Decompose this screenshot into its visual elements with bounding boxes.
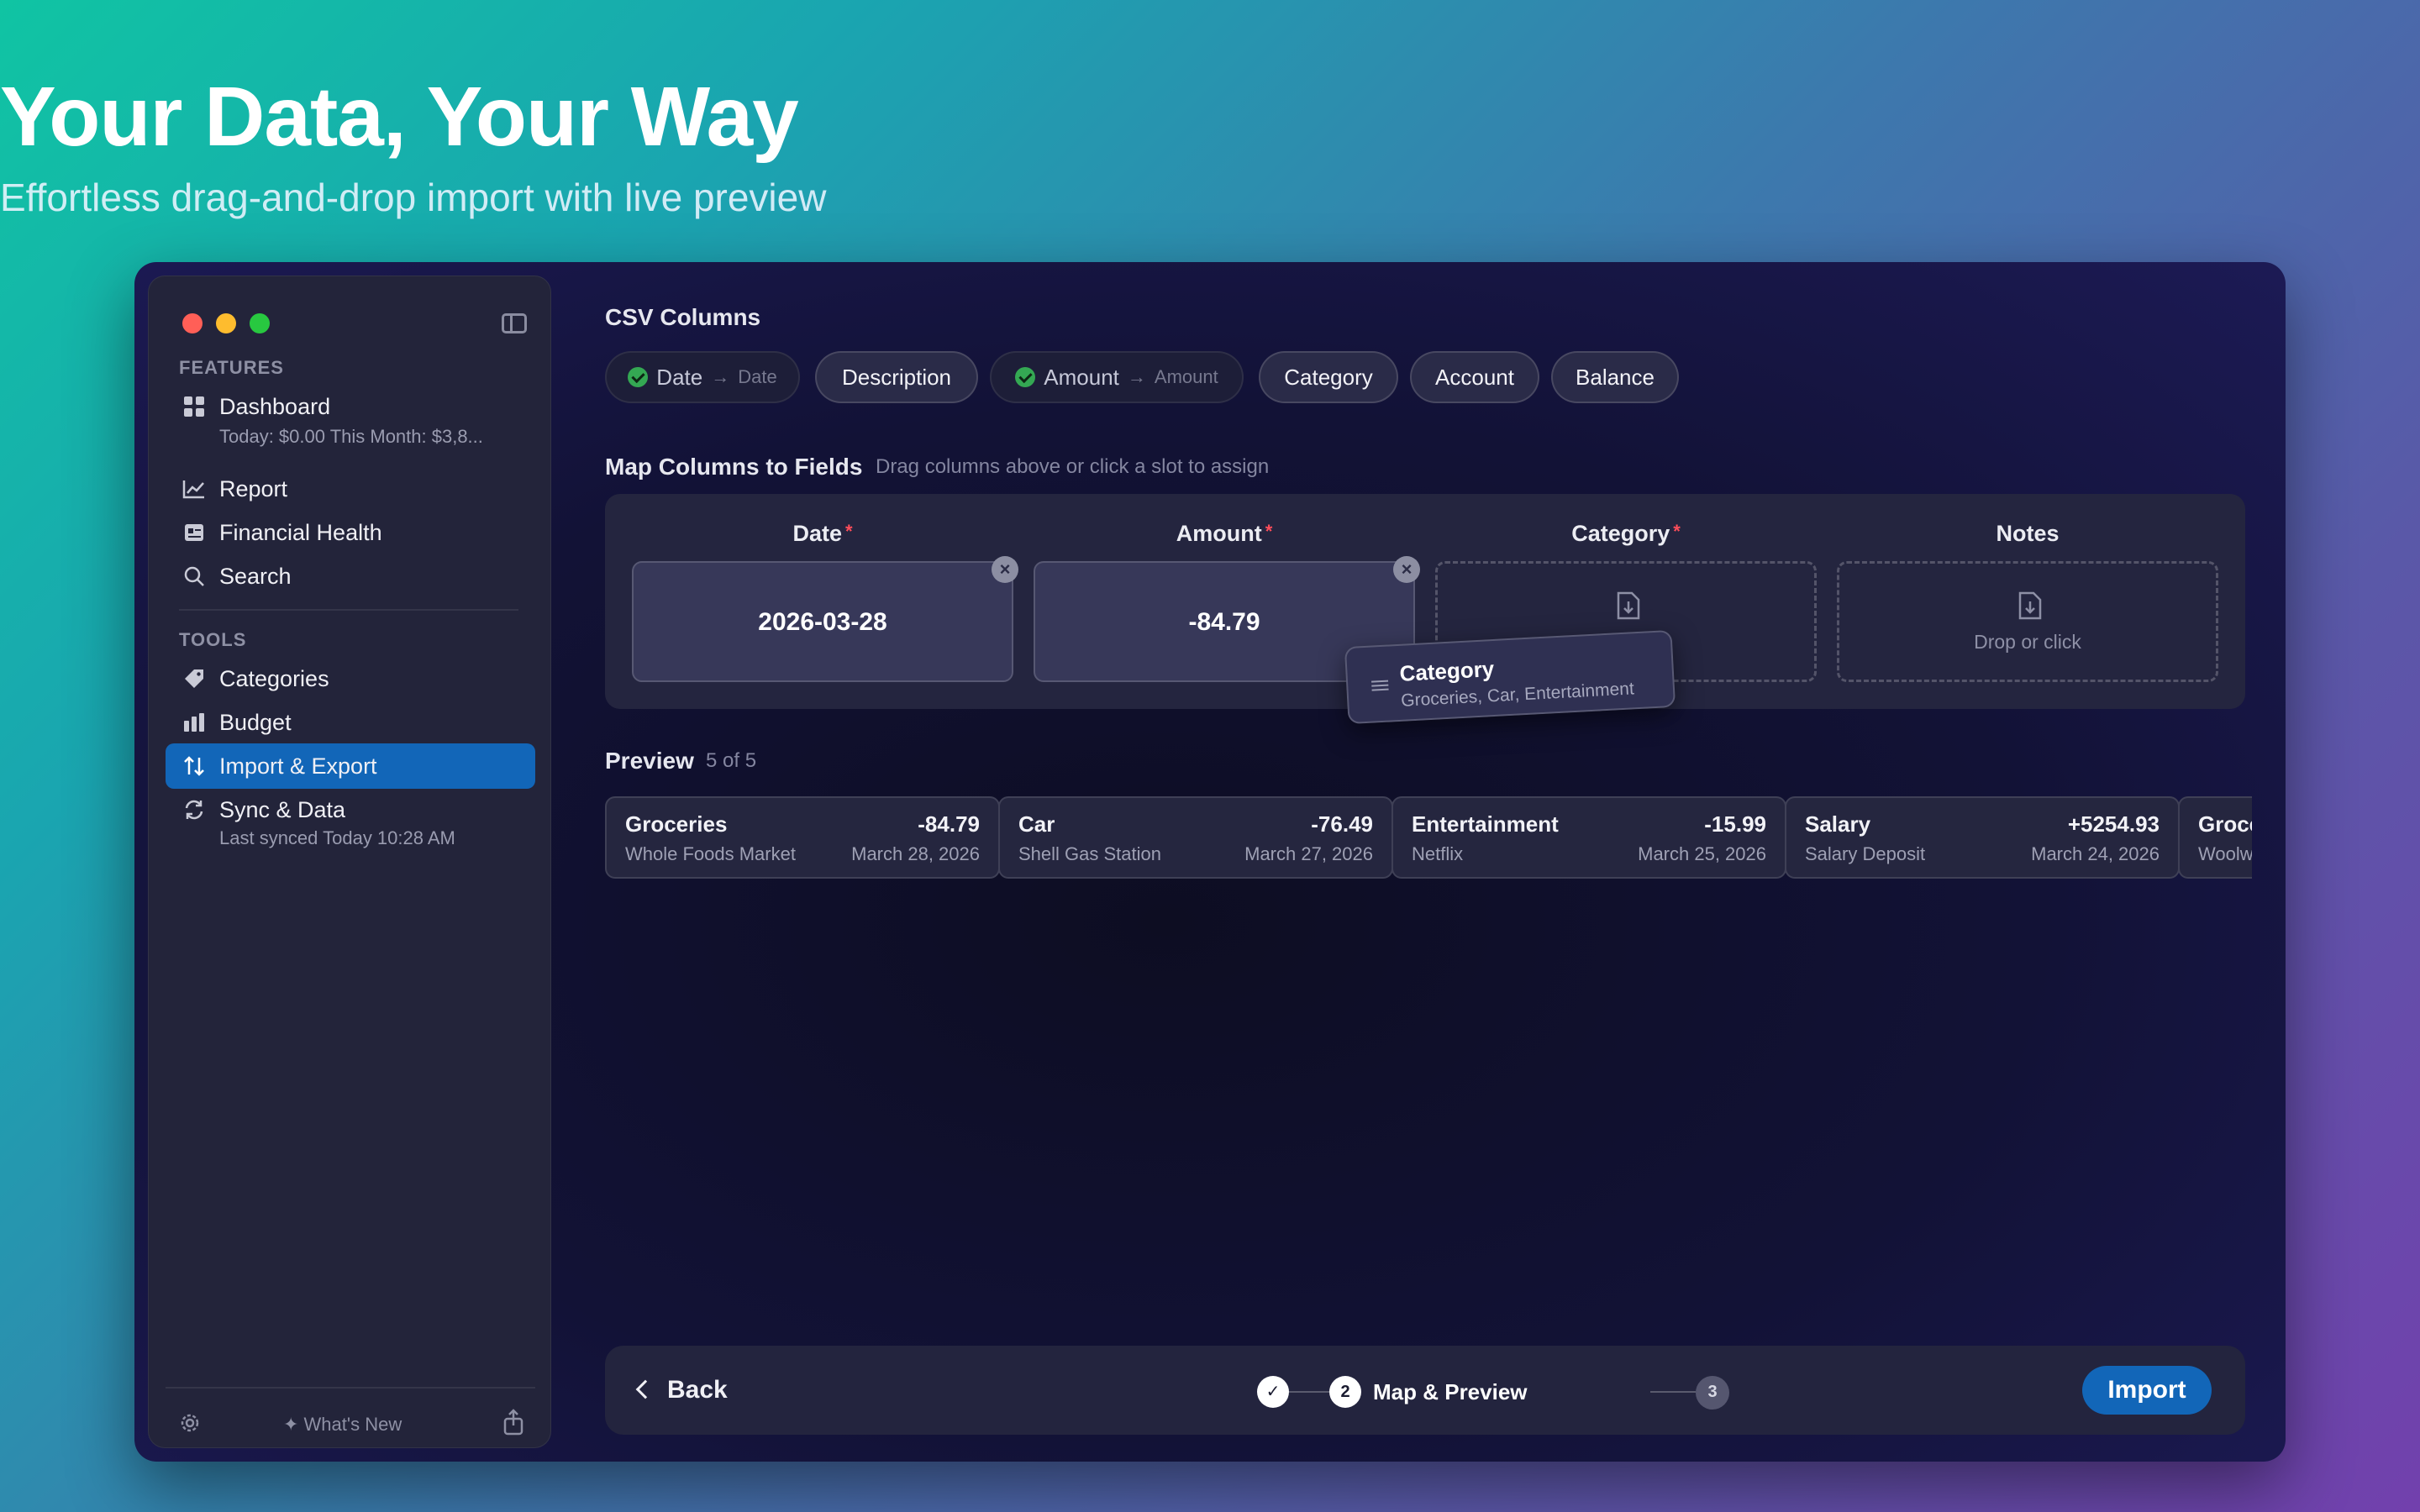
sidebar-item-label: Financial Health	[219, 520, 382, 545]
last-synced-text: Last synced Today 10:28 AM	[219, 827, 455, 848]
section-label-features: FEATURES	[179, 357, 284, 378]
sidebar-item-label: Sync & Data	[219, 797, 346, 822]
sidebar-item-label: Import & Export	[219, 753, 377, 779]
sidebar-item-report[interactable]: Report	[166, 466, 535, 512]
step-1-complete[interactable]: ✓	[1257, 1376, 1289, 1408]
whats-new-button[interactable]: ✦ What's New	[283, 1414, 402, 1436]
step-connector	[1650, 1391, 1696, 1393]
zoom-window-button[interactable]	[250, 313, 270, 333]
sync-icon	[185, 800, 203, 820]
health-card-icon	[185, 524, 203, 541]
back-button[interactable]: Back	[635, 1376, 728, 1404]
sidebar-divider	[179, 609, 518, 611]
step-connector	[1289, 1391, 1329, 1393]
tag-icon	[185, 669, 203, 688]
chevron-left-icon	[635, 1379, 655, 1399]
hero-title: Your Data, Your Way	[0, 70, 799, 164]
sidebar-item-financial-health[interactable]: Financial Health	[166, 510, 535, 555]
gear-icon[interactable]	[177, 1410, 203, 1436]
sidebar-item-label: Report	[219, 476, 288, 501]
sidebar-item-sync[interactable]: Sync & Data Last synced Today 10:28 AM	[166, 787, 535, 854]
step-2-current[interactable]: 2	[1329, 1376, 1361, 1408]
step-current-label: Map & Preview	[1373, 1379, 1528, 1404]
preview-strip: Groceries -84.79 Whole Foods Market Marc…	[605, 262, 2252, 1462]
section-label-tools: TOOLS	[179, 629, 247, 650]
sidebar-item-budget[interactable]: Budget	[166, 700, 535, 745]
sidebar-item-label: Search	[219, 564, 292, 589]
minimize-window-button[interactable]	[216, 313, 236, 333]
line-chart-icon	[182, 480, 204, 499]
grid-icon	[184, 396, 204, 417]
hero-subtitle: Effortless drag-and-drop import with liv…	[0, 176, 827, 219]
sidebar-item-label: Categories	[219, 666, 329, 691]
dashboard-summary: Today: $0.00 This Month: $3,8...	[219, 426, 483, 447]
bar-chart-icon	[184, 713, 204, 732]
sidebar-item-categories[interactable]: Categories	[166, 656, 535, 701]
search-icon	[184, 566, 204, 586]
step-3-pending[interactable]: 3	[1696, 1376, 1729, 1410]
sidebar-toggle-icon[interactable]	[502, 313, 527, 333]
sidebar-item-search[interactable]: Search	[166, 554, 535, 599]
sidebar-item-label: Budget	[219, 710, 292, 735]
preview-card[interactable]: Grocer Woolwo	[2178, 796, 2252, 879]
share-icon[interactable]	[502, 1409, 525, 1436]
sidebar-item-dashboard[interactable]: Dashboard Today: $0.00 This Month: $3,8.…	[166, 384, 535, 461]
sidebar-item-import-export[interactable]: Import & Export	[166, 743, 535, 789]
import-button[interactable]: Import	[2082, 1366, 2212, 1415]
dragged-chip-title: Category	[1398, 655, 1495, 686]
preview-card[interactable]: Groceries -84.79 Whole Foods Market Marc…	[605, 796, 1000, 879]
sidebar: FEATURES Dashboard Today: $0.00 This Mon…	[148, 276, 551, 1448]
sidebar-item-label: Dashboard	[219, 394, 331, 419]
arrows-up-down-icon	[184, 756, 204, 776]
sparkle-icon: ✦	[283, 1414, 304, 1435]
drag-handle-icon	[1371, 680, 1389, 691]
preview-card[interactable]: Entertainment -15.99 Netflix March 25, 2…	[1392, 796, 1786, 879]
app-window: FEATURES Dashboard Today: $0.00 This Mon…	[134, 262, 2286, 1462]
close-window-button[interactable]	[182, 313, 203, 333]
sidebar-footer-divider	[166, 1387, 535, 1389]
wizard-footer: Back ✓ 2 Map & Preview 3 Import	[605, 1346, 2245, 1435]
preview-card[interactable]: Car -76.49 Shell Gas Station March 27, 2…	[998, 796, 1393, 879]
preview-card[interactable]: Salary +5254.93 Salary Deposit March 24,…	[1785, 796, 2180, 879]
